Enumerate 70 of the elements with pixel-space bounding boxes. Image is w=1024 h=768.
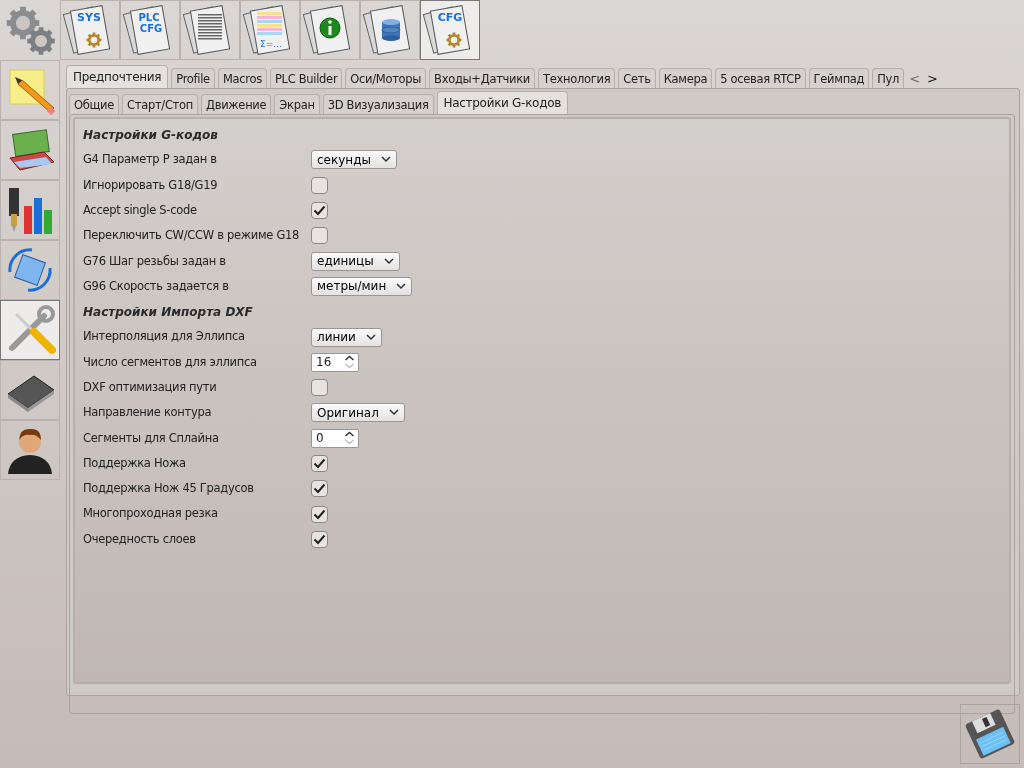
field-label: Переключить CW/CCW в режиме G18 — [83, 227, 301, 245]
text-document-icon[interactable] — [180, 0, 240, 60]
chevron-down-icon — [383, 257, 394, 265]
tab[interactable]: Оси/Моторы — [345, 68, 427, 88]
user-silhouette-icon[interactable] — [0, 420, 60, 480]
tab[interactable]: Технология — [538, 68, 616, 88]
spin-box[interactable]: 16 — [311, 352, 359, 372]
tab[interactable]: Пул — [872, 68, 905, 88]
checkbox[interactable] — [311, 530, 328, 548]
field-label: G76 Шаг резьбы задан в — [83, 252, 227, 270]
dropdown[interactable]: единицы — [311, 251, 400, 271]
checkbox[interactable] — [311, 455, 328, 472]
field-label: G96 Скорость задается в — [83, 277, 230, 295]
sys-document-icon[interactable]: SYS — [60, 0, 120, 60]
checkbox[interactable] — [311, 176, 328, 194]
field-label: DXF оптимизация пути — [83, 379, 218, 396]
spin-arrows-icon — [344, 355, 355, 370]
checkbox[interactable] — [311, 480, 328, 498]
chevron-down-icon — [388, 409, 399, 417]
section-heading: Настройки G-кодов — [83, 126, 218, 144]
field-label: Accept single S-code — [83, 201, 198, 219]
field-label: Поддержка Нож 45 Градусов — [83, 480, 255, 498]
tab[interactable]: PLC Builder — [269, 68, 343, 88]
chevron-down-icon — [396, 282, 407, 290]
tab[interactable]: Входы+Датчики — [429, 68, 536, 88]
field-label: Очередность слоев — [83, 530, 197, 548]
save-button[interactable] — [960, 704, 1020, 764]
info-document-icon[interactable] — [300, 0, 360, 60]
checkbox[interactable] — [311, 202, 328, 220]
checkbox[interactable] — [311, 227, 328, 245]
tab[interactable]: Камера — [658, 68, 713, 88]
database-document-icon[interactable] — [360, 0, 420, 60]
field-label: Интерполяция для Эллипса — [83, 328, 246, 346]
chevron-down-icon — [380, 156, 391, 164]
scroll-right-button[interactable]: > — [925, 70, 940, 88]
wrench-screwdriver-icon[interactable] — [0, 300, 60, 360]
tool-chart-icon[interactable] — [0, 180, 60, 240]
tab[interactable]: Предпочтения — [66, 65, 169, 88]
tab[interactable]: Общие — [69, 94, 120, 114]
chevron-down-icon — [365, 333, 376, 341]
dropdown[interactable]: Оригинал — [311, 403, 405, 423]
tab[interactable]: Старт/Стоп — [122, 94, 198, 114]
tab[interactable]: 3D Визуализация — [322, 94, 434, 114]
field-label: G4 Параметр P задан в — [83, 151, 218, 169]
field-label: Поддержка Ножа — [83, 454, 187, 472]
tab[interactable]: 5 осевая RTCP — [715, 68, 806, 88]
checkbox[interactable] — [311, 505, 328, 523]
plc-document-icon[interactable]: PLC CFG — [120, 0, 180, 60]
field-label: Игнорировать G18/G19 — [83, 176, 219, 194]
spin-box[interactable]: 0 — [311, 428, 359, 448]
dropdown[interactable]: линии — [311, 327, 382, 347]
tab[interactable]: Экран — [274, 94, 320, 114]
dropdown[interactable]: метры/мин — [311, 276, 413, 296]
tab[interactable]: Движение — [200, 94, 272, 114]
field-label: Сегменты для Сплайна — [83, 429, 220, 447]
tab[interactable]: Настройки G-кодов — [436, 91, 568, 114]
tab[interactable]: Сеть — [618, 68, 656, 88]
section-heading: Настройки Импорта DXF — [83, 303, 253, 321]
table-document-icon[interactable]: Σ=... — [240, 0, 300, 60]
tab[interactable]: Profile — [171, 68, 215, 88]
field-label: Многопроходная резка — [83, 505, 219, 523]
field-label: Направление контура — [83, 404, 213, 422]
dropdown[interactable]: секунды — [311, 150, 397, 170]
checkbox[interactable] — [311, 379, 328, 397]
tab[interactable]: Macros — [217, 68, 267, 88]
cfg-document-icon[interactable]: CFG — [420, 0, 480, 60]
spin-arrows-icon — [344, 431, 355, 446]
field-label: Число сегментов для эллипса — [83, 353, 258, 371]
note-pencil-icon[interactable] — [0, 60, 60, 120]
tab[interactable]: Геймпад — [808, 68, 870, 88]
